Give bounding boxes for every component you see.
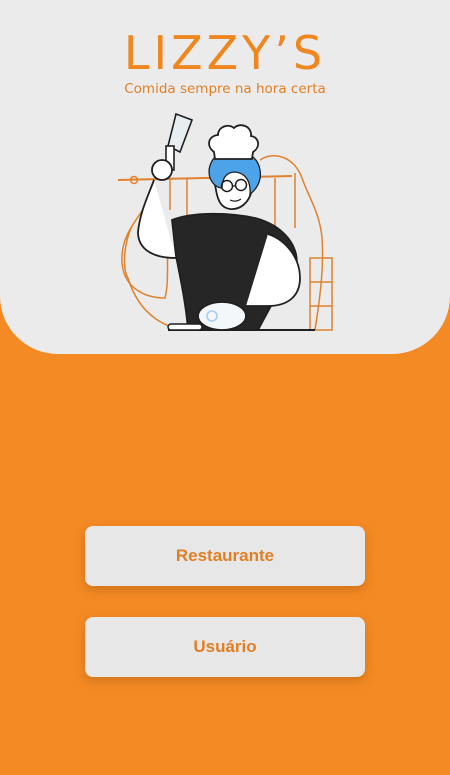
header-panel: LIZZY’S Comida sempre na hora certa — [0, 0, 450, 354]
brand-tagline: Comida sempre na hora certa — [124, 81, 326, 97]
chef-illustration — [117, 112, 333, 331]
restaurante-button[interactable]: Restaurante — [85, 526, 365, 586]
usuario-button[interactable]: Usuário — [85, 617, 365, 677]
brand-logo: LIZZY’S — [123, 26, 327, 80]
